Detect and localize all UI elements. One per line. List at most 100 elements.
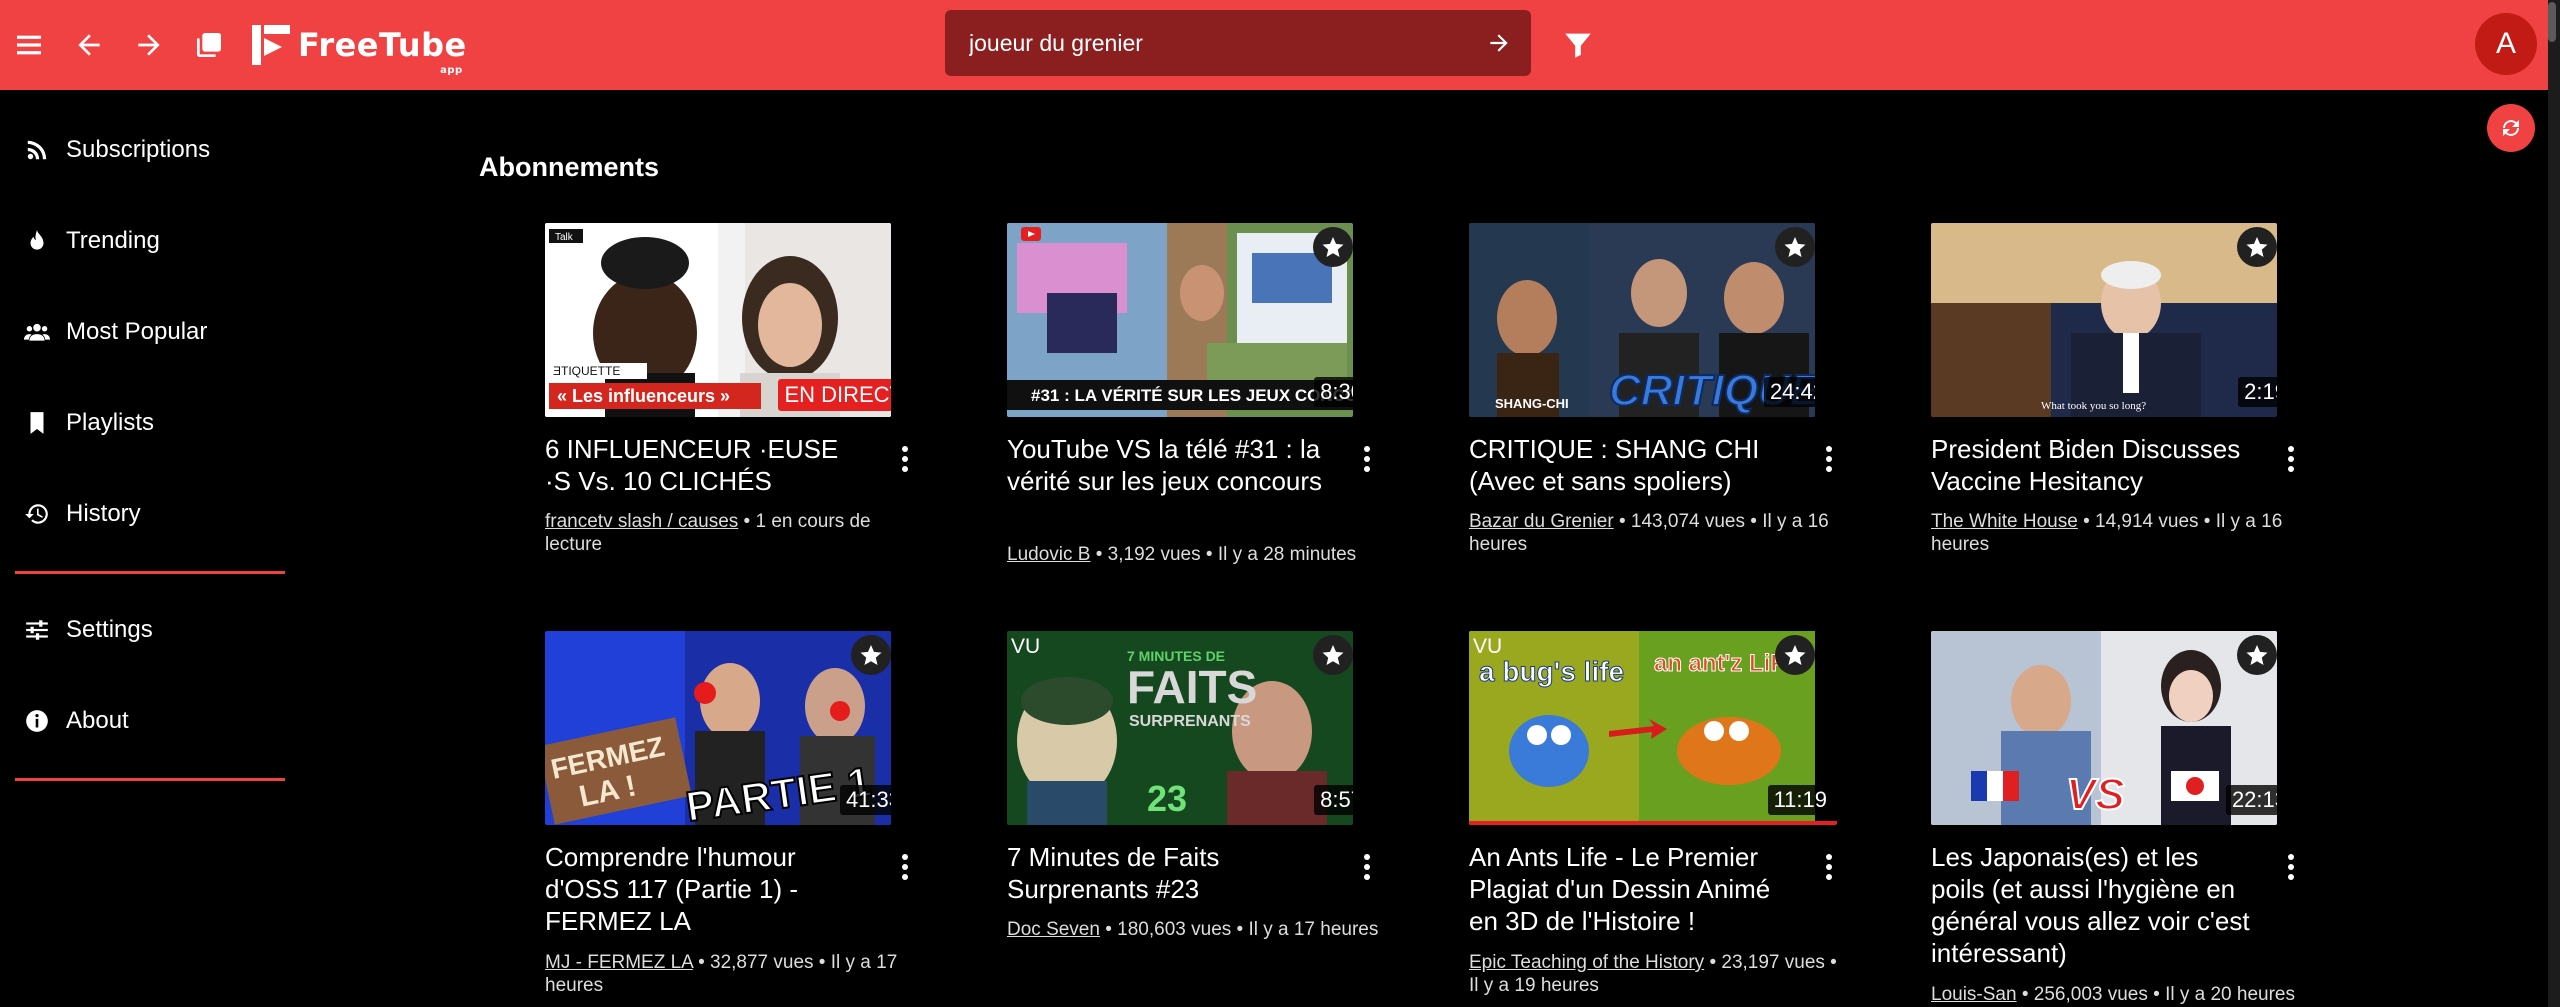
video-title[interactable]: 6 INFLUENCEUR ·EUSE ·S Vs. 10 CLICHÉS — [545, 433, 865, 497]
favorite-button[interactable] — [2237, 227, 2277, 267]
filter-icon[interactable] — [1555, 22, 1601, 68]
video-thumbnail[interactable]: Talk ƎTIQUETTE « Les influenceurs » EN D… — [545, 223, 891, 417]
sliders-icon — [22, 615, 52, 645]
video-thumbnail[interactable]: #31 : LA VÉRITÉ SUR LES JEUX CONCOURS 8:… — [1007, 223, 1353, 417]
video-thumbnail[interactable]: 7 MINUTES DE FAITS SURPRENANTS 23 VU 8:5… — [1007, 631, 1353, 825]
svg-text:#31 : LA VÉRITÉ SUR LES JEUX C: #31 : LA VÉRITÉ SUR LES JEUX CONCOURS — [1031, 386, 1353, 405]
sidebar-item-most-popular[interactable]: Most Popular — [0, 297, 300, 367]
channel-link[interactable]: Epic Teaching of the History — [1469, 952, 1704, 973]
video-thumbnail[interactable]: VS 22:13 — [1931, 631, 2277, 825]
freetube-logo[interactable]: FreeTube app — [252, 22, 467, 76]
video-title[interactable]: 7 Minutes de Faits Surprenants #23 — [1007, 841, 1327, 905]
sidebar-item-label: Trending — [66, 227, 160, 254]
sidebar-item-label: Subscriptions — [66, 136, 211, 163]
rss-icon — [22, 135, 52, 165]
video-title[interactable]: President Biden Discusses Vaccine Hesita… — [1931, 433, 2251, 497]
video-meta: Ludovic B • 3,192 vues • Il y a 28 minut… — [1007, 543, 1387, 566]
star-icon — [2246, 237, 2268, 257]
sidebar: Subscriptions Trending Most Popular Play… — [0, 90, 300, 1007]
favorite-button[interactable] — [1775, 635, 1815, 675]
more-options-icon[interactable] — [895, 849, 915, 885]
star-icon — [1322, 645, 1344, 665]
more-options-icon[interactable] — [1357, 441, 1377, 477]
svg-text:VS: VS — [2066, 770, 2125, 819]
channel-link[interactable]: francetv slash / causes — [545, 511, 738, 532]
top-nav-bar: FreeTubeapp A — [0, 0, 2560, 90]
refresh-button[interactable] — [2487, 104, 2535, 152]
star-icon — [860, 645, 882, 665]
video-thumbnail[interactable]: FERMEZ LA ! PARTIE 1 41:33 — [545, 631, 891, 825]
thumbnail-image: What took you so long? — [1931, 223, 2277, 417]
sidebar-item-label: Playlists — [66, 409, 155, 436]
star-icon — [1784, 237, 1806, 257]
sidebar-item-subscriptions[interactable]: Subscriptions — [0, 115, 300, 185]
video-thumbnail[interactable]: a bug's life an ant'z LiFE VU 11:19 — [1469, 631, 1837, 825]
sidebar-item-history[interactable]: History — [0, 479, 300, 549]
svg-text:« Les influenceurs »: « Les influenceurs » — [557, 386, 730, 406]
sidebar-item-settings[interactable]: Settings — [0, 595, 300, 665]
menu-icon[interactable] — [6, 22, 52, 68]
favorite-button[interactable] — [2237, 635, 2277, 675]
channel-link[interactable]: Doc Seven — [1007, 919, 1100, 940]
svg-text:ƎTIQUETTE: ƎTIQUETTE — [553, 364, 620, 378]
sidebar-item-trending[interactable]: Trending — [0, 206, 300, 276]
video-title[interactable]: An Ants Life - Le Premier Plagiat d'un D… — [1469, 841, 1789, 937]
video-stats: • 256,003 vues • Il y a 20 heures — [2016, 984, 2295, 1005]
favorite-button[interactable] — [1313, 635, 1353, 675]
video-duration: 8:57 — [1314, 785, 1353, 815]
video-duration: 11:19 — [1767, 785, 1833, 815]
video-duration: 2:19 — [2238, 377, 2277, 407]
users-icon — [22, 317, 52, 347]
favorite-button[interactable] — [1775, 227, 1815, 267]
forward-arrow-icon[interactable] — [126, 22, 172, 68]
video-meta: Bazar du Grenier • 143,074 vues • Il y a… — [1469, 510, 1849, 556]
more-options-icon[interactable] — [1819, 849, 1839, 885]
video-title[interactable]: CRITIQUE : SHANG CHI (Avec et sans spoli… — [1469, 433, 1789, 497]
video-meta: MJ - FERMEZ LA • 32,877 vues • Il y a 17… — [545, 951, 925, 997]
bookmark-icon — [22, 408, 52, 438]
thumbnail-image: #31 : LA VÉRITÉ SUR LES JEUX CONCOURS — [1007, 223, 1353, 417]
scrollbar-thumb[interactable] — [2548, 2, 2556, 42]
video-stats: • 180,603 vues • Il y a 17 heures — [1099, 919, 1379, 940]
more-options-icon[interactable] — [2281, 441, 2301, 477]
watch-progress-bar — [1469, 821, 1837, 825]
video-title[interactable]: Comprendre l'humour d'OSS 117 (Partie 1)… — [545, 841, 865, 937]
svg-text:FAITS: FAITS — [1127, 661, 1257, 713]
sidebar-item-about[interactable]: About — [0, 686, 300, 756]
video-title[interactable]: YouTube VS la télé #31 : la vérité sur l… — [1007, 433, 1327, 497]
scrollbar[interactable] — [2548, 0, 2560, 1007]
video-title[interactable]: Les Japonais(es) et les poils (et aussi … — [1931, 841, 2251, 969]
svg-text:What took you so long?: What took you so long? — [2041, 400, 2146, 412]
svg-text:SURPRENANTS: SURPRENANTS — [1129, 713, 1251, 730]
video-meta: francetv slash / causes • 1 en cours de … — [545, 510, 925, 556]
channel-link[interactable]: MJ - FERMEZ LA — [545, 952, 693, 973]
channel-link[interactable]: Ludovic B — [1007, 544, 1090, 565]
channel-link[interactable]: The White House — [1931, 511, 2078, 532]
video-stats: • 3,192 vues • Il y a 28 minutes — [1090, 544, 1357, 565]
favorite-button[interactable] — [851, 635, 891, 675]
channel-link[interactable]: Bazar du Grenier — [1469, 511, 1614, 532]
sidebar-divider — [15, 778, 285, 781]
search-input[interactable] — [969, 10, 1449, 76]
more-options-icon[interactable] — [895, 441, 915, 477]
star-icon — [2246, 645, 2268, 665]
channel-link[interactable]: Louis-San — [1931, 984, 2017, 1005]
search-go-arrow-icon[interactable] — [1477, 21, 1521, 65]
video-thumbnail[interactable]: What took you so long? 2:19 — [1931, 223, 2277, 417]
watched-badge: VU — [1011, 635, 1041, 658]
favorite-button[interactable] — [1313, 227, 1353, 267]
sidebar-item-label: About — [66, 707, 129, 734]
new-window-icon[interactable] — [186, 22, 232, 68]
video-duration: 8:30 — [1314, 377, 1353, 407]
back-arrow-icon[interactable] — [66, 22, 112, 68]
more-options-icon[interactable] — [1357, 849, 1377, 885]
more-options-icon[interactable] — [1819, 441, 1839, 477]
video-meta: The White House • 14,914 vues • Il y a 1… — [1931, 510, 2311, 556]
video-meta: Louis-San • 256,003 vues • Il y a 20 heu… — [1931, 983, 2311, 1006]
video-thumbnail[interactable]: SHANG-CHI CRITIQUE 24:42 — [1469, 223, 1815, 417]
more-options-icon[interactable] — [2281, 849, 2301, 885]
thumbnail-image: 7 MINUTES DE FAITS SURPRENANTS 23 — [1007, 631, 1353, 825]
page-title: Abonnements — [479, 152, 660, 182]
sidebar-item-playlists[interactable]: Playlists — [0, 388, 300, 458]
profile-avatar[interactable]: A — [2475, 13, 2537, 75]
